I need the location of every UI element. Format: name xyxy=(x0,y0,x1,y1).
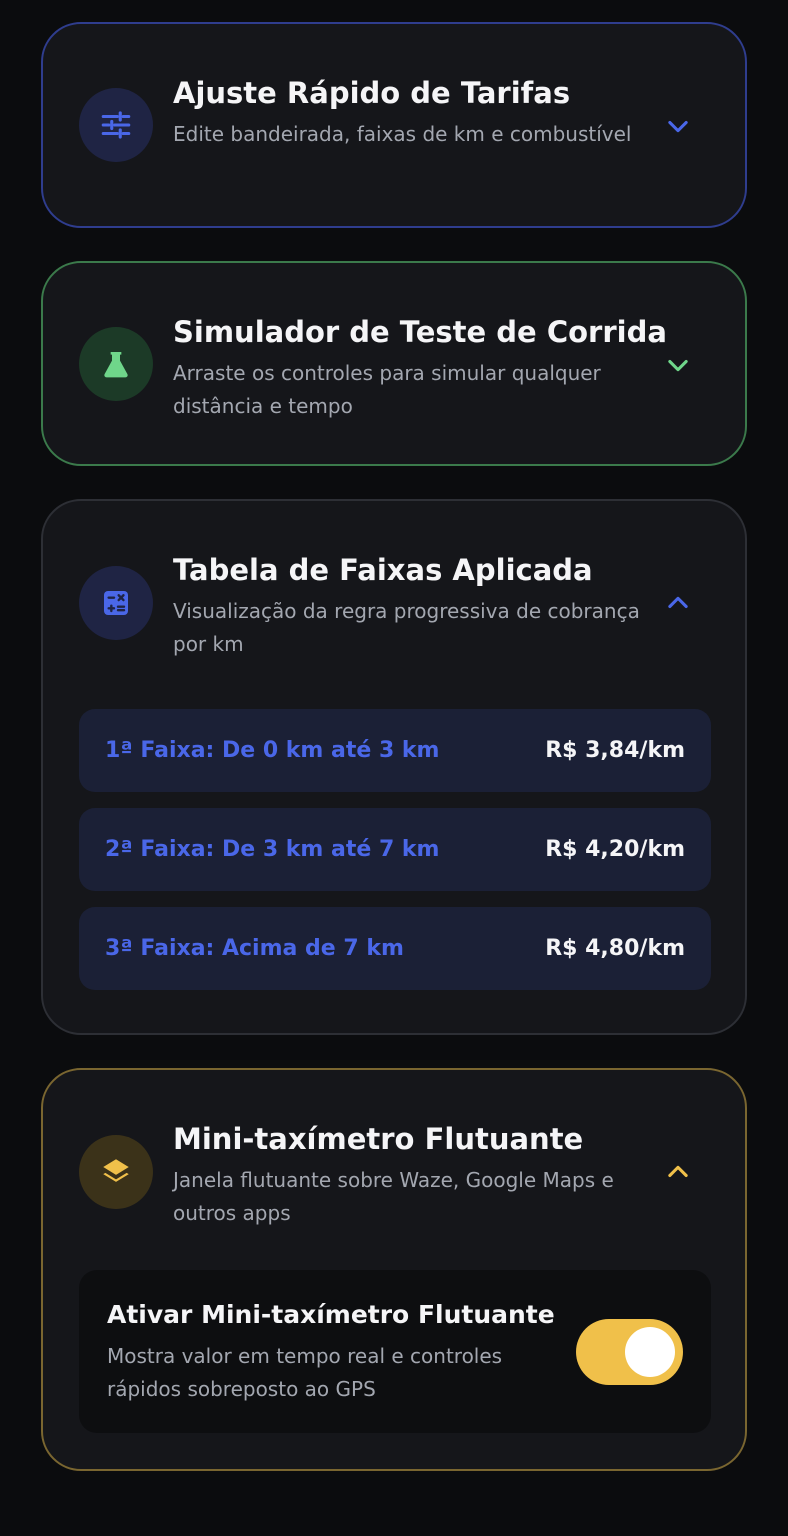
quick-fare-header[interactable]: Ajuste Rápido de Tarifas Edite bandeirad… xyxy=(43,24,745,228)
switch-knob xyxy=(625,1327,675,1377)
quick-fare-subtitle: Edite bandeirada, faixas de km e combust… xyxy=(173,122,632,146)
layers-icon xyxy=(79,1135,153,1209)
quick-fare-title: Ajuste Rápido de Tarifas xyxy=(173,76,571,110)
toggle-title: Ativar Mini-taxímetro Flutuante xyxy=(107,1300,555,1329)
floating-meter-header[interactable]: Mini-taxímetro Flutuante Janela flutuant… xyxy=(43,1070,745,1274)
calculator-icon xyxy=(79,566,153,640)
flask-icon xyxy=(79,327,153,401)
chevron-up-icon[interactable] xyxy=(663,588,693,618)
tiers-subtitle: Visualização da regra progressiva de cob… xyxy=(173,599,640,656)
chevron-down-icon[interactable] xyxy=(663,350,693,380)
simulator-title: Simulador de Teste de Corrida xyxy=(173,315,667,349)
tier-label: 3ª Faixa: Acima de 7 km xyxy=(105,936,404,961)
sliders-icon xyxy=(79,88,153,162)
tier-price: R$ 3,84/km xyxy=(545,738,685,763)
simulator-header[interactable]: Simulador de Teste de Corrida Arraste os… xyxy=(43,263,745,467)
floating-meter-card: Mini-taxímetro Flutuante Janela flutuant… xyxy=(41,1068,747,1471)
settings-page: Ajuste Rápido de Tarifas Edite bandeirad… xyxy=(0,0,788,1536)
chevron-down-icon[interactable] xyxy=(663,111,693,141)
tiers-card: Tabela de Faixas Aplicada Visualização d… xyxy=(41,499,747,1035)
tier-row: 3ª Faixa: Acima de 7 km R$ 4,80/km xyxy=(79,907,711,990)
floating-meter-subtitle: Janela flutuante sobre Waze, Google Maps… xyxy=(173,1168,614,1225)
tiers-header[interactable]: Tabela de Faixas Aplicada Visualização d… xyxy=(43,501,745,705)
floating-meter-toggle-row: Ativar Mini-taxímetro Flutuante Mostra v… xyxy=(79,1270,711,1433)
tier-label: 2ª Faixa: De 3 km até 7 km xyxy=(105,837,440,862)
tier-label: 1ª Faixa: De 0 km até 3 km xyxy=(105,738,440,763)
simulator-card[interactable]: Simulador de Teste de Corrida Arraste os… xyxy=(41,261,747,466)
simulator-subtitle: Arraste os controles para simular qualqu… xyxy=(173,361,601,418)
toggle-description: Mostra valor em tempo real e controles r… xyxy=(107,1344,503,1401)
quick-fare-card[interactable]: Ajuste Rápido de Tarifas Edite bandeirad… xyxy=(41,22,747,228)
tiers-title: Tabela de Faixas Aplicada xyxy=(173,553,593,587)
tier-row: 1ª Faixa: De 0 km até 3 km R$ 3,84/km xyxy=(79,709,711,792)
floating-meter-switch[interactable] xyxy=(576,1319,683,1385)
chevron-up-icon[interactable] xyxy=(663,1157,693,1187)
tier-price: R$ 4,80/km xyxy=(545,936,685,961)
tier-row: 2ª Faixa: De 3 km até 7 km R$ 4,20/km xyxy=(79,808,711,891)
tier-price: R$ 4,20/km xyxy=(545,837,685,862)
floating-meter-title: Mini-taxímetro Flutuante xyxy=(173,1122,584,1156)
